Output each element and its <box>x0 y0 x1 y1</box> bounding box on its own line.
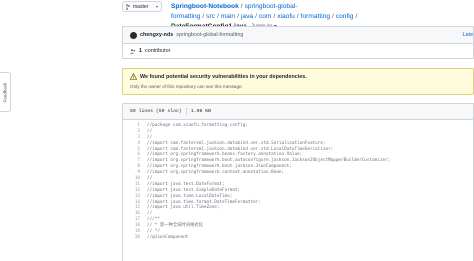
contributors-bar[interactable]: 1 contributor <box>122 43 474 59</box>
breadcrumb-java[interactable]: java <box>241 13 253 20</box>
code-block: 1//package com.xiaofu.formatting.config;… <box>123 120 473 241</box>
breadcrumb-src[interactable]: src <box>206 13 215 20</box>
branch-select-button[interactable]: master ▾ <box>122 1 162 12</box>
commit-message[interactable]: springboot-global-formatting <box>176 32 243 38</box>
feedback-tab[interactable]: Feedback <box>0 72 11 112</box>
file-viewer: 59 lines (59 sloc) 1.98 KB 1//package co… <box>122 103 474 261</box>
contributors-count: 1 <box>139 48 142 54</box>
feedback-label: Feedback <box>2 82 8 102</box>
commit-author[interactable]: chengxy-nds <box>140 32 173 38</box>
chevron-down-icon: ▾ <box>155 4 158 9</box>
breadcrumb-main[interactable]: main <box>221 13 235 20</box>
line-content: //@JsonComponent <box>147 234 189 240</box>
breadcrumb-repo[interactable]: Springboot-Notebook <box>171 3 239 10</box>
contributors-label: contributor <box>145 48 171 54</box>
people-icon <box>130 48 136 54</box>
warning-icon <box>130 73 137 80</box>
breadcrumb-xiaofu[interactable]: xiaofu <box>277 13 295 20</box>
line-number[interactable]: 20 <box>123 235 140 241</box>
breadcrumb-config[interactable]: config <box>336 13 354 20</box>
alert-subtitle: Only the owner of this repository can se… <box>130 84 243 89</box>
security-alert: We found potential security vulnerabilit… <box>122 68 474 95</box>
avatar[interactable] <box>130 31 137 39</box>
latest-commit-link[interactable]: Late <box>463 32 474 38</box>
branch-icon <box>126 3 130 10</box>
code-line: 20 //@JsonComponent <box>123 235 473 241</box>
divider <box>185 108 187 115</box>
line-content: //import org.springframework.context.ann… <box>147 170 285 176</box>
file-line-count: 59 lines (59 sloc) <box>130 109 182 114</box>
file-size: 1.98 KB <box>190 109 211 114</box>
line-content: //package com.xiaofu.formatting.config; <box>147 123 248 128</box>
alert-title: We found potential security vulnerabilit… <box>140 73 307 80</box>
branch-label: master <box>133 3 149 10</box>
latest-commit-bar: chengxy-nds springboot-global-formatting… <box>122 26 474 43</box>
breadcrumb-com[interactable]: com <box>259 13 271 20</box>
file-info-bar: 59 lines (59 sloc) 1.98 KB <box>123 104 473 120</box>
breadcrumb-formatting[interactable]: formatting <box>301 13 330 20</box>
